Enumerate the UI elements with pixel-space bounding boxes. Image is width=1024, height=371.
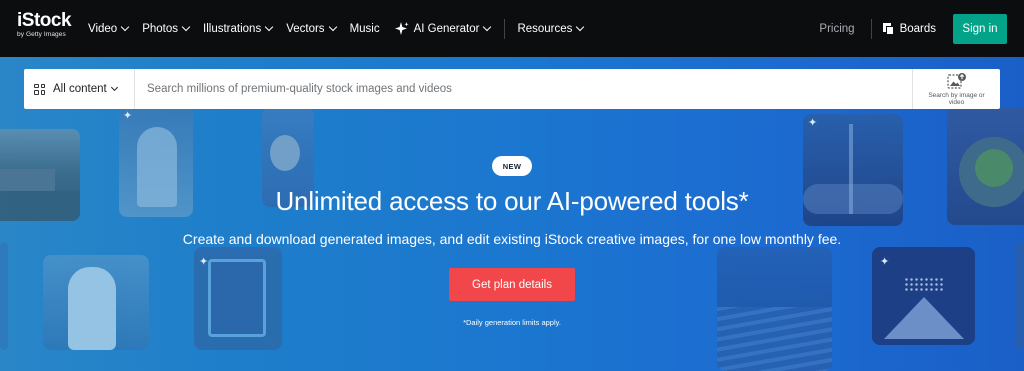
nav-item-label: AI Generator [413,22,480,35]
nav-item-label: Vectors [286,22,325,35]
hero-image-tile [43,255,149,350]
get-plan-details-button[interactable]: Get plan details [449,268,575,301]
brand-name: iStock [17,10,72,31]
nav-item-photos[interactable]: Photos [142,22,191,35]
sign-in-button[interactable]: Sign in [953,13,1007,44]
chevron-down-icon [328,22,337,31]
chevron-down-icon [120,22,130,31]
nav-item-label: Illustrations [203,22,262,35]
nav-divider [870,18,872,39]
account-nav: Pricing Boards Sign in [819,0,1024,57]
nav-item-video[interactable]: Video [88,22,130,35]
brand-tagline: by Getty Images [17,31,66,38]
hero-image-tile [0,242,8,350]
nav-item-ai-generator[interactable]: AI Generator [394,21,492,37]
hero-image-tile [1016,242,1024,350]
image-search-label: Search by image or video [928,91,985,107]
nav-divider [504,18,506,39]
hero-image-tile [717,247,832,371]
nav-item-label: Resources [517,22,573,35]
chevron-down-icon [110,83,118,92]
image-search-button[interactable]: Search by image or video [912,69,1000,109]
istock-logo[interactable]: iStock by Getty Images [17,10,72,39]
new-badge: NEW [492,156,532,176]
boards-label: Boards [899,22,936,35]
grid-icon [34,83,45,95]
main-nav: Video Photos Illustrations Vectors Music… [88,0,597,57]
chevron-down-icon [576,22,585,31]
sparkle-icon: ✦ [808,117,818,129]
nav-item-label: Photos [142,22,179,35]
nav-item-resources[interactable]: Resources [517,22,585,35]
sparkle-icon: ✦ [123,110,133,122]
content-type-label: All content [53,83,107,95]
footnote: *Daily generation limits apply. [463,318,561,327]
nav-item-label: Music [349,22,380,35]
chevron-down-icon [181,22,191,31]
boards-icon [882,22,894,35]
nav-item-vectors[interactable]: Vectors [286,22,337,35]
nav-item-music[interactable]: Music [350,23,380,35]
sparkle-icon [394,21,409,35]
sparkle-icon: ✦ [199,256,209,268]
nav-item-illustrations[interactable]: Illustrations [203,22,274,35]
search-bar: All content Search by image or video [24,69,1000,109]
chevron-down-icon [483,22,492,31]
content-type-dropdown[interactable]: All content [24,69,135,109]
top-nav-bar: iStock by Getty Images Video Photos Illu… [0,0,1024,57]
boards-link[interactable]: Boards [882,22,936,35]
chevron-down-icon [264,22,274,31]
hero-subline: Create and download generated images, an… [182,231,842,247]
pricing-link[interactable]: Pricing [819,23,854,35]
nav-item-label: Video [88,22,118,35]
image-upload-icon [946,72,966,89]
sparkle-icon: ✦ [880,256,890,268]
hero-headline: Unlimited access to our AI-powered tools… [275,186,749,216]
search-input[interactable] [135,70,912,108]
